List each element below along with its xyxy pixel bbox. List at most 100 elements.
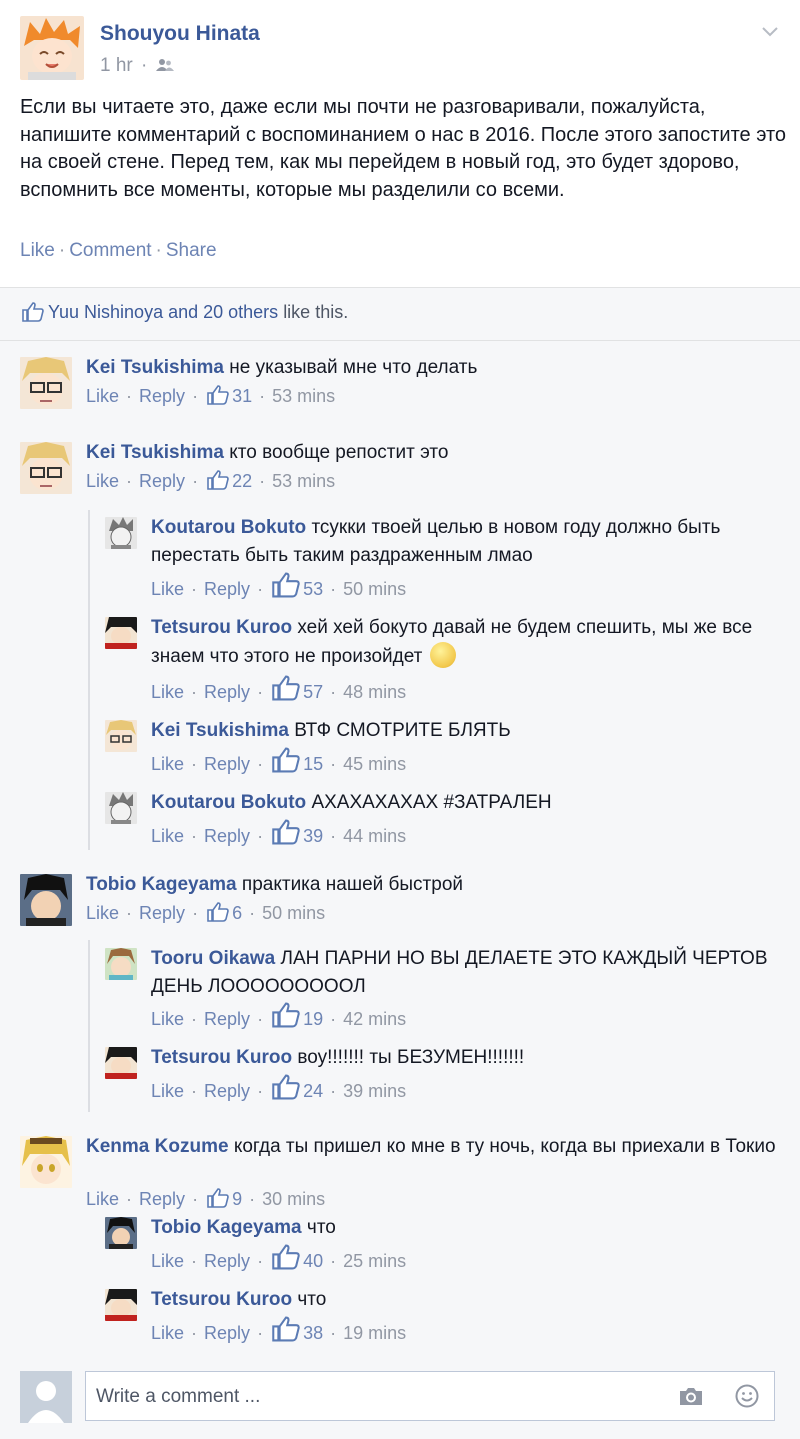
comment-like-link[interactable]: Like [151, 826, 184, 846]
comment-reply-link[interactable]: Reply [204, 1081, 250, 1101]
comment-like-link[interactable]: Like [151, 579, 184, 599]
commenter-name[interactable]: Kei Tsukishima [86, 442, 224, 463]
thumbs-up-icon[interactable] [272, 1002, 300, 1028]
comment-like-count[interactable]: 40 [303, 1251, 323, 1271]
comment-like-count[interactable]: 15 [303, 754, 323, 774]
comment-actions: Like · Reply · 6 · 50 mins [86, 902, 326, 923]
thumbs-up-icon[interactable] [272, 675, 300, 701]
commenter-avatar[interactable] [105, 517, 137, 549]
comment-body: кто вообще репостит это [229, 442, 449, 463]
comment-time[interactable]: 30 mins [262, 1189, 325, 1209]
likers-link[interactable]: Yuu Nishinoya and 20 others [48, 302, 278, 322]
comment-like-count[interactable]: 57 [303, 682, 323, 702]
commenter-name[interactable]: Tetsurou Kuroo [151, 1289, 292, 1310]
commenter-avatar[interactable] [105, 1217, 137, 1249]
thumbs-up-icon[interactable] [207, 1188, 229, 1208]
comment-time[interactable]: 19 mins [343, 1323, 406, 1343]
emoji-icon[interactable] [735, 1384, 759, 1408]
camera-icon[interactable] [678, 1385, 704, 1407]
comment-input[interactable]: Write a comment ... [85, 1371, 775, 1421]
thumbs-up-icon[interactable] [272, 747, 300, 773]
comment-like-link[interactable]: Like [151, 754, 184, 774]
comment-like-count[interactable]: 6 [232, 903, 242, 923]
commenter-name[interactable]: Kei Tsukishima [151, 720, 289, 741]
comment-reply-link[interactable]: Reply [139, 386, 185, 406]
commenter-name[interactable]: Koutarou Bokuto [151, 792, 306, 813]
comment-reply-link[interactable]: Reply [204, 1323, 250, 1343]
comment-like-link[interactable]: Like [151, 1009, 184, 1029]
comment-time[interactable]: 39 mins [343, 1081, 406, 1101]
comment-like-link[interactable]: Like [151, 682, 184, 702]
comment-reply-link[interactable]: Reply [139, 471, 185, 491]
comment-like-link[interactable]: Like [151, 1323, 184, 1343]
comment-like-link[interactable]: Like [86, 386, 119, 406]
commenter-name[interactable]: Koutarou Bokuto [151, 517, 306, 538]
commenter-name[interactable]: Tobio Kageyama [86, 874, 237, 895]
thumbs-up-icon[interactable] [207, 902, 229, 922]
comment-like-link[interactable]: Like [86, 903, 119, 923]
commenter-name[interactable]: Tetsurou Kuroo [151, 617, 292, 638]
commenter-name[interactable]: Kenma Kozume [86, 1136, 229, 1157]
comment-like-count[interactable]: 53 [303, 579, 323, 599]
comment-time[interactable]: 25 mins [343, 1251, 406, 1271]
post-meta: 1 hr · [100, 55, 174, 77]
comment-like-count[interactable]: 24 [303, 1081, 323, 1101]
commenter-avatar[interactable] [105, 617, 137, 649]
chevron-down-icon[interactable] [760, 22, 780, 42]
comment-time[interactable]: 44 mins [343, 826, 406, 846]
post-time[interactable]: 1 hr [100, 55, 133, 76]
post-author-name[interactable]: Shouyou Hinata [100, 22, 260, 46]
comment-like-link[interactable]: Like [151, 1081, 184, 1101]
comment-reply-link[interactable]: Reply [139, 1189, 185, 1209]
comment-reply-link[interactable]: Reply [204, 579, 250, 599]
thumbs-up-icon[interactable] [207, 470, 229, 490]
commenter-name[interactable]: Tobio Kageyama [151, 1217, 302, 1238]
commenter-name[interactable]: Kei Tsukishima [86, 357, 224, 378]
thumbs-up-icon[interactable] [272, 819, 300, 845]
post-comment-link[interactable]: Comment [69, 240, 151, 261]
comment-like-link[interactable]: Like [86, 471, 119, 491]
comment-time[interactable]: 53 mins [272, 471, 335, 491]
comment-time[interactable]: 48 mins [343, 682, 406, 702]
comment-input-placeholder: Write a comment ... [96, 1386, 261, 1407]
comment-time[interactable]: 42 mins [343, 1009, 406, 1029]
commenter-avatar[interactable] [105, 792, 137, 824]
commenter-name[interactable]: Tetsurou Kuroo [151, 1047, 292, 1068]
post-share-link[interactable]: Share [166, 240, 217, 261]
comment-reply-link[interactable]: Reply [204, 826, 250, 846]
comment-reply-link[interactable]: Reply [204, 1251, 250, 1271]
comment-like-link[interactable]: Like [151, 1251, 184, 1271]
commenter-avatar[interactable] [20, 357, 72, 409]
thumbs-up-icon[interactable] [272, 1244, 300, 1270]
thumbs-up-icon[interactable] [207, 385, 229, 405]
comment-reply-link[interactable]: Reply [204, 754, 250, 774]
commenter-avatar[interactable] [105, 1047, 137, 1079]
comment-like-count[interactable]: 31 [232, 386, 252, 406]
comment-like-count[interactable]: 38 [303, 1323, 323, 1343]
comment-reply-link[interactable]: Reply [204, 682, 250, 702]
thumbs-up-icon[interactable] [272, 1316, 300, 1342]
comment-time[interactable]: 50 mins [262, 903, 325, 923]
comment-like-count[interactable]: 22 [232, 471, 252, 491]
post-like-link[interactable]: Like [20, 240, 55, 261]
comment-time[interactable]: 53 mins [272, 386, 335, 406]
thumbs-up-icon[interactable] [272, 572, 300, 598]
thumbs-up-icon[interactable] [272, 1074, 300, 1100]
comment-reply-link[interactable]: Reply [204, 1009, 250, 1029]
comment-reply-link[interactable]: Reply [139, 903, 185, 923]
commenter-avatar[interactable] [20, 1136, 72, 1188]
comment-like-count[interactable]: 39 [303, 826, 323, 846]
friends-audience-icon[interactable] [155, 58, 174, 72]
comment-like-count[interactable]: 9 [232, 1189, 242, 1209]
commenter-avatar[interactable] [105, 948, 137, 980]
commenter-avatar[interactable] [105, 1289, 137, 1321]
commenter-name[interactable]: Tooru Oikawa [151, 948, 275, 969]
comment-like-link[interactable]: Like [86, 1189, 119, 1209]
author-avatar[interactable] [20, 16, 84, 80]
comment-like-count[interactable]: 19 [303, 1009, 323, 1029]
commenter-avatar[interactable] [105, 720, 137, 752]
commenter-avatar[interactable] [20, 442, 72, 494]
comment-time[interactable]: 50 mins [343, 579, 406, 599]
comment-time[interactable]: 45 mins [343, 754, 406, 774]
commenter-avatar[interactable] [20, 874, 72, 926]
